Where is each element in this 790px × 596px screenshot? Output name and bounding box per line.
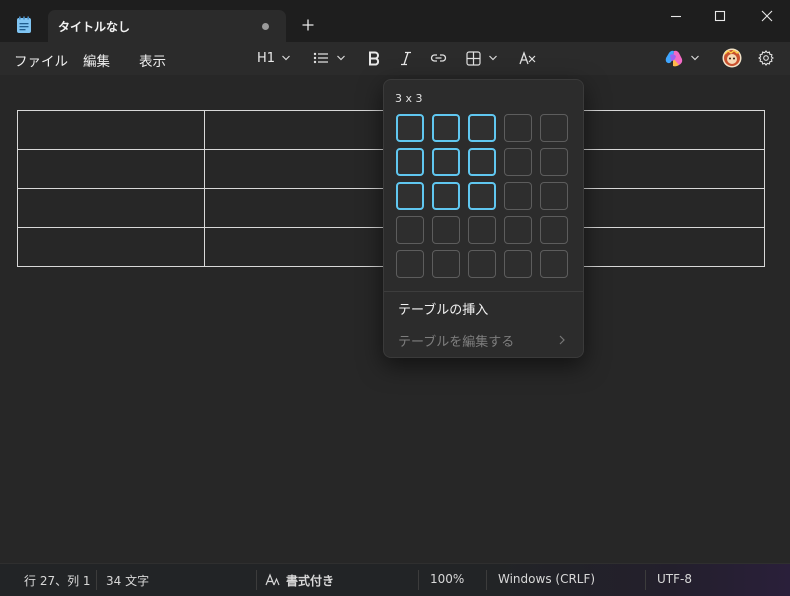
menu-bar: ファイル 編集 表示 H1	[0, 42, 790, 75]
grid-cell-selected[interactable]	[432, 114, 460, 142]
insert-table-item[interactable]: テーブルの挿入	[398, 299, 488, 318]
divider	[645, 570, 646, 590]
table-dropdown[interactable]	[462, 42, 502, 75]
format-mode[interactable]: 書式付き	[286, 572, 334, 589]
link-button[interactable]	[428, 42, 450, 75]
divider	[418, 570, 419, 590]
grid-cell-selected[interactable]	[468, 182, 496, 210]
chevron-down-icon	[337, 55, 345, 61]
grid-cell-selected[interactable]	[468, 148, 496, 176]
chevron-right-icon	[559, 335, 565, 345]
grid-cell[interactable]	[540, 148, 568, 176]
table-cell[interactable]	[581, 149, 765, 189]
grid-cell[interactable]	[468, 216, 496, 244]
divider	[256, 570, 257, 590]
italic-icon	[401, 51, 411, 66]
grid-cell[interactable]	[468, 250, 496, 278]
menu-file[interactable]: ファイル	[14, 50, 68, 70]
line-ending[interactable]: Windows (CRLF)	[498, 572, 595, 586]
grid-cell[interactable]	[396, 216, 424, 244]
italic-button[interactable]	[398, 42, 416, 75]
encoding[interactable]: UTF-8	[657, 572, 692, 586]
grid-cell-selected[interactable]	[468, 114, 496, 142]
grid-cell[interactable]	[432, 216, 460, 244]
grid-cell[interactable]	[540, 182, 568, 210]
clear-formatting-icon	[519, 51, 536, 65]
grid-cell[interactable]	[504, 148, 532, 176]
table-picker-popup: 3 x 3 テーブルの挿入 テーブルを編集する	[383, 79, 584, 358]
grid-cell[interactable]	[540, 114, 568, 142]
settings-button[interactable]	[757, 42, 775, 75]
notepad-icon	[16, 16, 32, 34]
copilot-button[interactable]	[663, 42, 705, 75]
unsaved-dot-icon[interactable]	[262, 23, 269, 30]
grid-cell[interactable]	[504, 250, 532, 278]
table-size-grid[interactable]	[395, 113, 572, 281]
character-count: 34 文字	[106, 574, 150, 588]
heading-label: H1	[257, 51, 276, 66]
gear-icon	[758, 50, 774, 66]
bold-button[interactable]	[366, 42, 384, 75]
grid-cell[interactable]	[432, 250, 460, 278]
close-icon[interactable]	[759, 8, 775, 24]
minimize-icon[interactable]	[668, 8, 684, 24]
grid-cell-selected[interactable]	[396, 182, 424, 210]
chevron-down-icon	[691, 55, 699, 61]
status-bar: 行 27、列 1 34 文字 書式付き 100% Windows (CRLF) …	[0, 563, 790, 596]
grid-cell-selected[interactable]	[432, 148, 460, 176]
text-format-icon	[265, 573, 280, 586]
avatar-icon	[722, 48, 742, 68]
menu-view[interactable]: 表示	[139, 50, 166, 70]
table-size-label: 3 x 3	[395, 92, 423, 105]
grid-cell[interactable]	[540, 216, 568, 244]
bold-icon	[369, 51, 380, 66]
grid-cell[interactable]	[396, 250, 424, 278]
grid-cell[interactable]	[540, 250, 568, 278]
table-cell[interactable]	[17, 110, 205, 150]
list-dropdown[interactable]	[310, 42, 350, 75]
heading-dropdown[interactable]: H1	[250, 42, 296, 75]
cursor-position[interactable]: 行 27、列 1	[24, 572, 91, 589]
title-bar: タイトルなし	[0, 0, 790, 42]
table-cell[interactable]	[17, 149, 205, 189]
clear-formatting-button[interactable]	[517, 42, 539, 75]
table-icon	[466, 51, 481, 66]
plus-icon[interactable]	[301, 18, 315, 32]
grid-cell[interactable]	[504, 114, 532, 142]
grid-cell[interactable]	[504, 216, 532, 244]
edit-table-item: テーブルを編集する	[398, 335, 515, 350]
zoom-level[interactable]: 100%	[430, 572, 464, 586]
table-cell[interactable]	[581, 227, 765, 267]
divider	[96, 570, 97, 590]
list-icon	[313, 52, 328, 64]
table-cell[interactable]	[17, 188, 205, 228]
divider	[486, 570, 487, 590]
table-cell[interactable]	[581, 188, 765, 228]
chevron-down-icon	[282, 55, 290, 61]
maximize-icon[interactable]	[712, 8, 728, 24]
menu-edit[interactable]: 編集	[83, 50, 110, 70]
tab-title: タイトルなし	[58, 20, 131, 34]
copilot-icon	[665, 50, 683, 67]
grid-cell-selected[interactable]	[432, 182, 460, 210]
chevron-down-icon	[489, 55, 497, 61]
link-icon	[430, 54, 447, 62]
document-tab[interactable]: タイトルなし	[48, 10, 286, 42]
grid-cell-selected[interactable]	[396, 148, 424, 176]
table-cell[interactable]	[581, 110, 765, 150]
table-cell[interactable]	[17, 227, 205, 267]
avatar[interactable]	[722, 42, 742, 75]
divider	[384, 291, 583, 292]
grid-cell-selected[interactable]	[396, 114, 424, 142]
grid-cell[interactable]	[504, 182, 532, 210]
